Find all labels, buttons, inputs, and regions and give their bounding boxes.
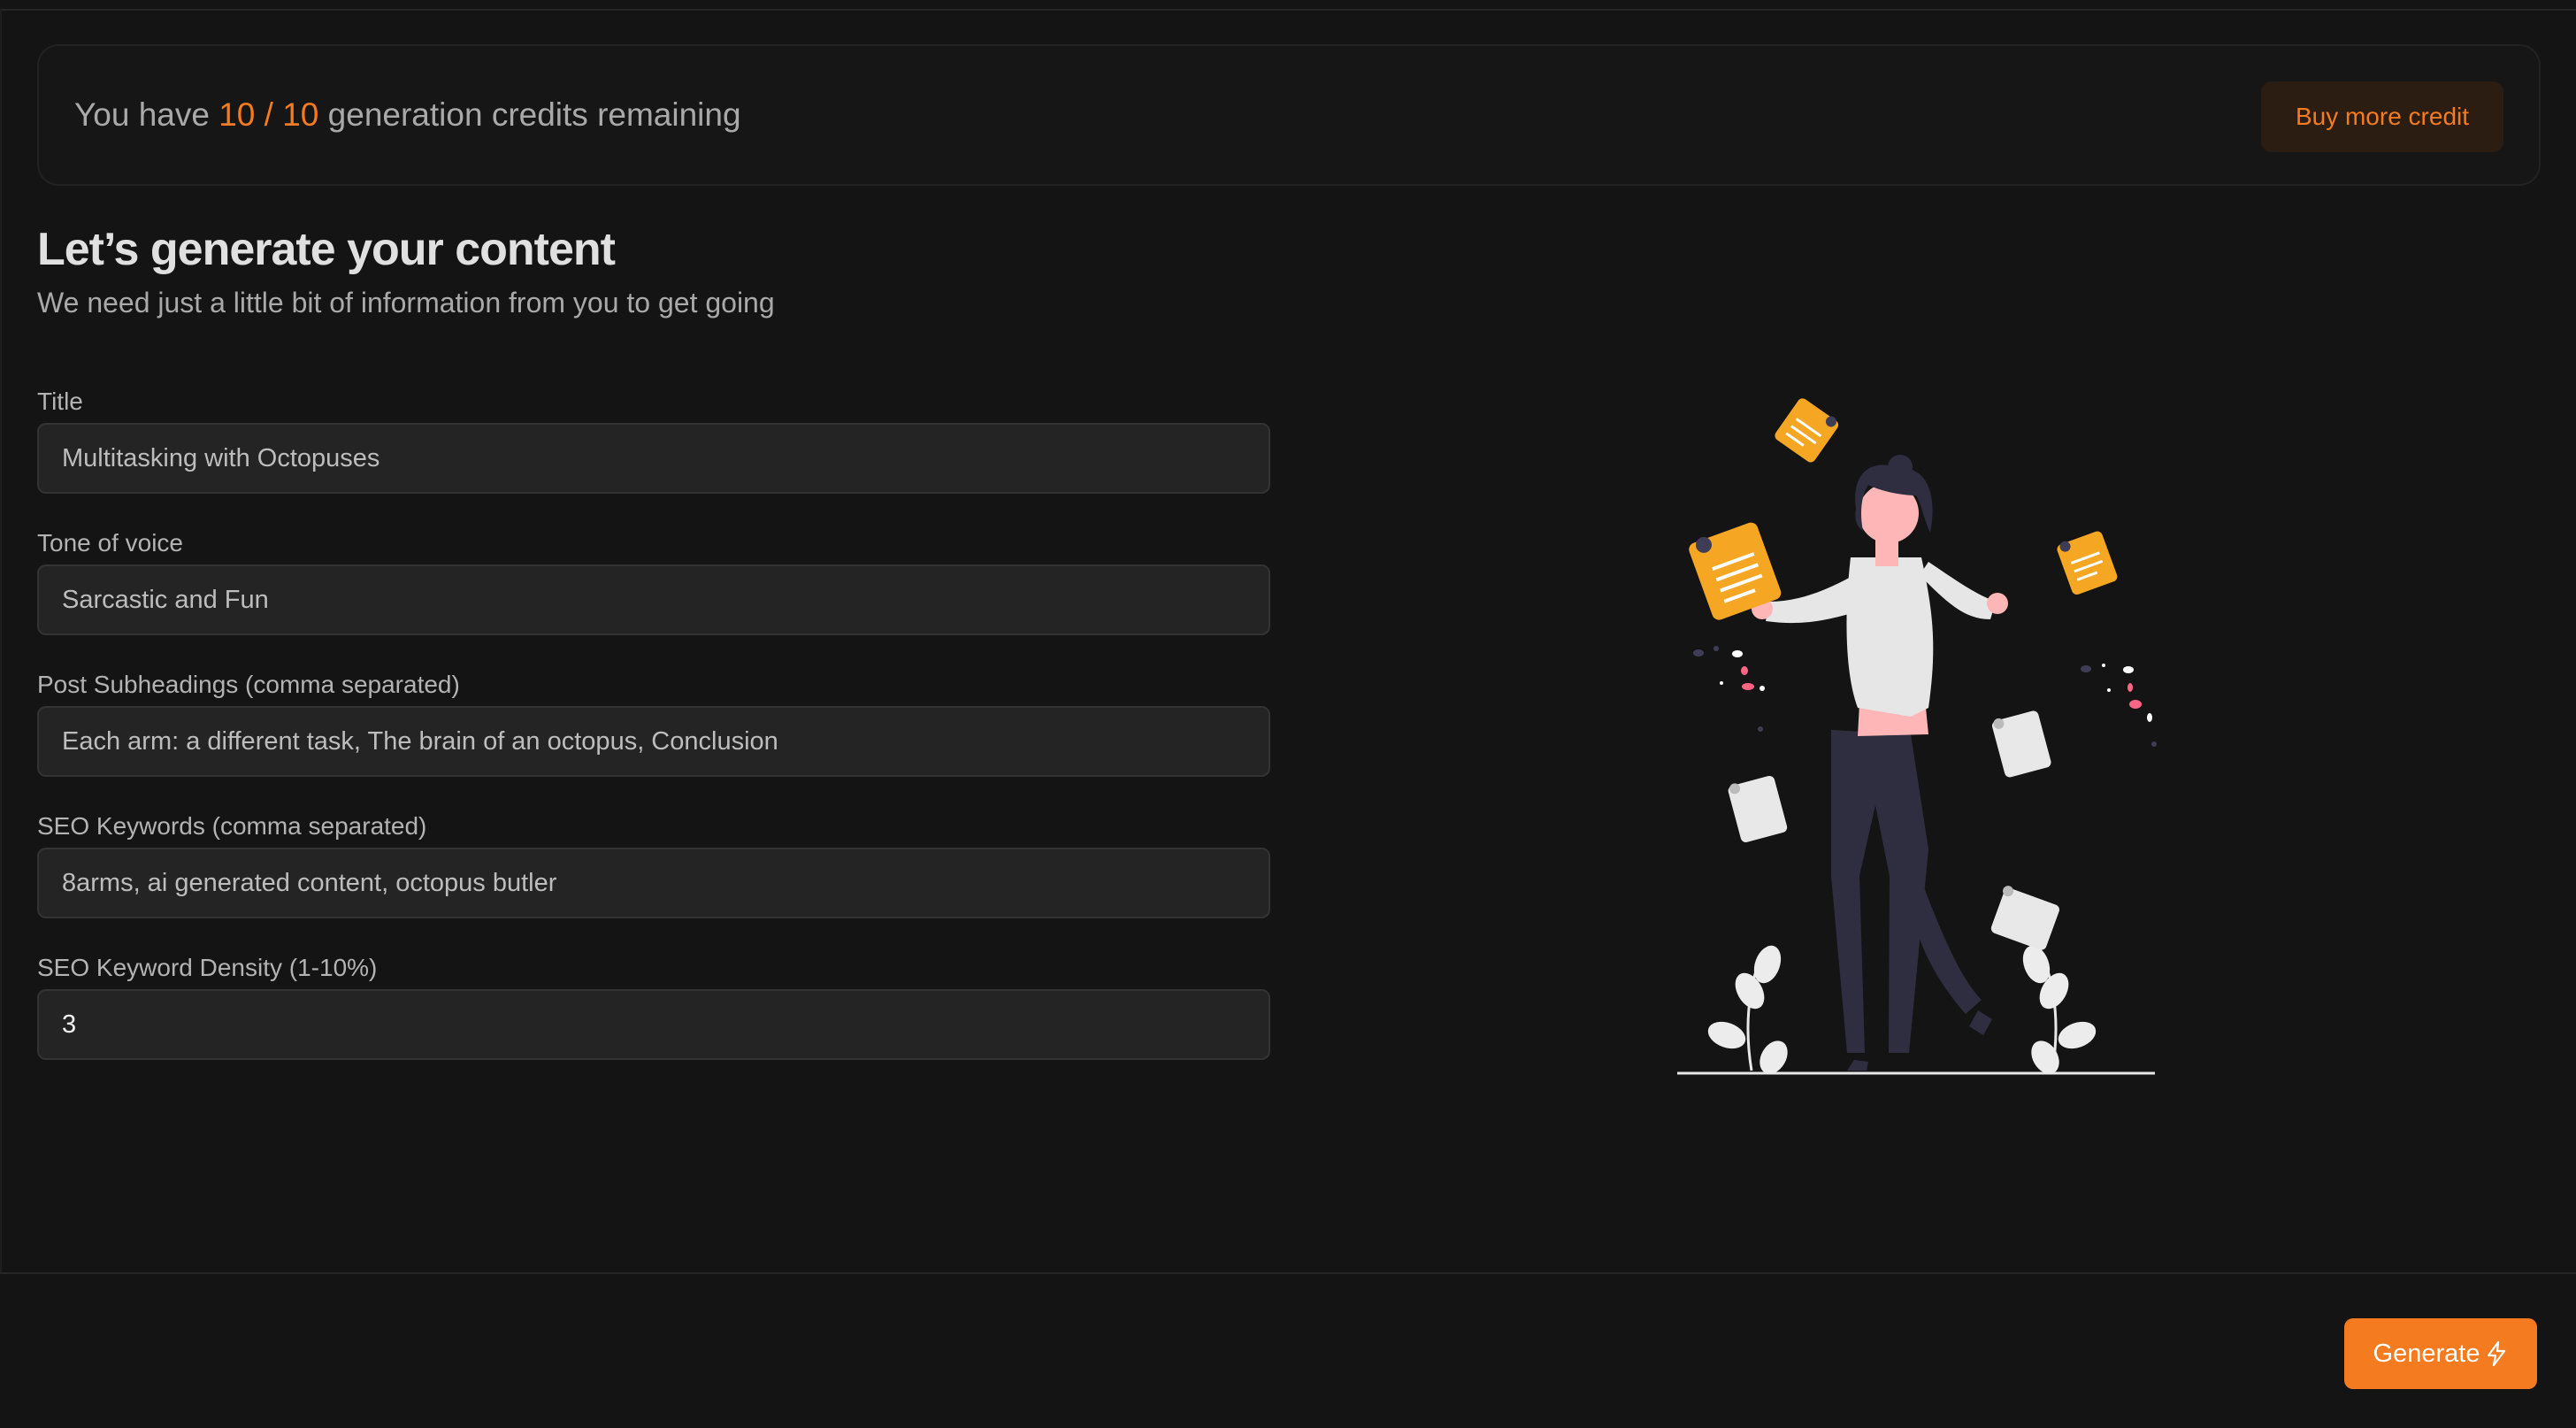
credits-text: You have 10 / 10 generation credits rema… xyxy=(74,46,741,184)
left-border xyxy=(0,9,2,1274)
tone-label: Tone of voice xyxy=(37,529,183,557)
title-input[interactable] xyxy=(37,423,1270,494)
lightning-bolt-icon xyxy=(2488,1340,2506,1367)
credits-prefix: You have xyxy=(74,96,210,133)
generate-label: Generate xyxy=(2373,1339,2480,1368)
density-input[interactable] xyxy=(37,989,1270,1060)
right-plant-icon xyxy=(2022,945,2097,1074)
credits-count: 10 / 10 xyxy=(218,96,319,133)
buy-more-credit-button[interactable]: Buy more credit xyxy=(2261,81,2503,152)
woman-juggling-notes-illustration xyxy=(1677,398,2157,1075)
bottom-action-bar: Generate xyxy=(0,1272,2576,1428)
page-subtitle: We need just a little bit of information… xyxy=(37,287,775,319)
tone-input[interactable] xyxy=(37,564,1270,635)
woman-figure xyxy=(1752,455,2008,1071)
top-border xyxy=(0,0,2576,11)
keywords-label: SEO Keywords (comma separated) xyxy=(37,812,427,840)
credits-banner: You have 10 / 10 generation credits rema… xyxy=(37,44,2541,186)
generate-button[interactable]: Generate xyxy=(2344,1318,2537,1389)
page-title: Let’s generate your content xyxy=(37,224,616,275)
density-label: SEO Keyword Density (1-10%) xyxy=(37,954,378,981)
keywords-input[interactable] xyxy=(37,848,1270,918)
subheadings-label: Post Subheadings (comma separated) xyxy=(37,671,460,698)
title-label: Title xyxy=(37,388,83,415)
subheadings-input[interactable] xyxy=(37,706,1270,777)
credits-suffix: generation credits remaining xyxy=(327,96,741,133)
left-plant-icon xyxy=(1707,945,1788,1074)
